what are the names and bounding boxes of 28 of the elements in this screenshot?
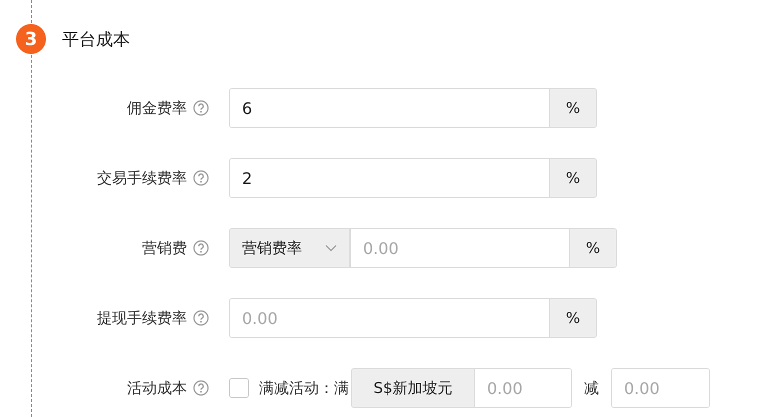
section-title: 平台成本 bbox=[62, 28, 130, 50]
field-label: 活动成本 bbox=[127, 378, 187, 398]
help-icon[interactable] bbox=[193, 240, 209, 256]
checkbox[interactable] bbox=[229, 378, 249, 398]
help-icon[interactable] bbox=[193, 100, 209, 116]
chevron-down-icon bbox=[325, 244, 337, 252]
help-icon[interactable] bbox=[193, 170, 209, 186]
percent-addon: % bbox=[569, 228, 617, 268]
discount-label: 满减活动：满 bbox=[259, 378, 349, 398]
help-icon[interactable] bbox=[193, 310, 209, 326]
threshold-field[interactable]: 0.00 bbox=[474, 368, 572, 408]
input-field[interactable]: 0.00 bbox=[229, 298, 549, 338]
input-field[interactable]: 6 bbox=[229, 88, 549, 128]
field-label: 营销费 bbox=[142, 238, 187, 258]
percent-addon: % bbox=[549, 298, 597, 338]
input-field[interactable]: 2 bbox=[229, 158, 549, 198]
step-number: 3 bbox=[16, 24, 46, 54]
rate-select[interactable]: 营销费率 bbox=[229, 228, 350, 268]
minus-label: 减 bbox=[584, 378, 599, 398]
percent-addon: % bbox=[549, 88, 597, 128]
field-label: 佣金费率 bbox=[127, 98, 187, 118]
field-label: 提现手续费率 bbox=[97, 308, 187, 328]
currency-addon: S$新加坡元 bbox=[351, 368, 474, 408]
input-field[interactable]: 0.00 bbox=[350, 228, 569, 268]
percent-addon: % bbox=[549, 158, 597, 198]
field-label: 交易手续费率 bbox=[97, 168, 187, 188]
discount-field[interactable]: 0.00 bbox=[611, 368, 710, 408]
help-icon[interactable] bbox=[193, 380, 209, 396]
